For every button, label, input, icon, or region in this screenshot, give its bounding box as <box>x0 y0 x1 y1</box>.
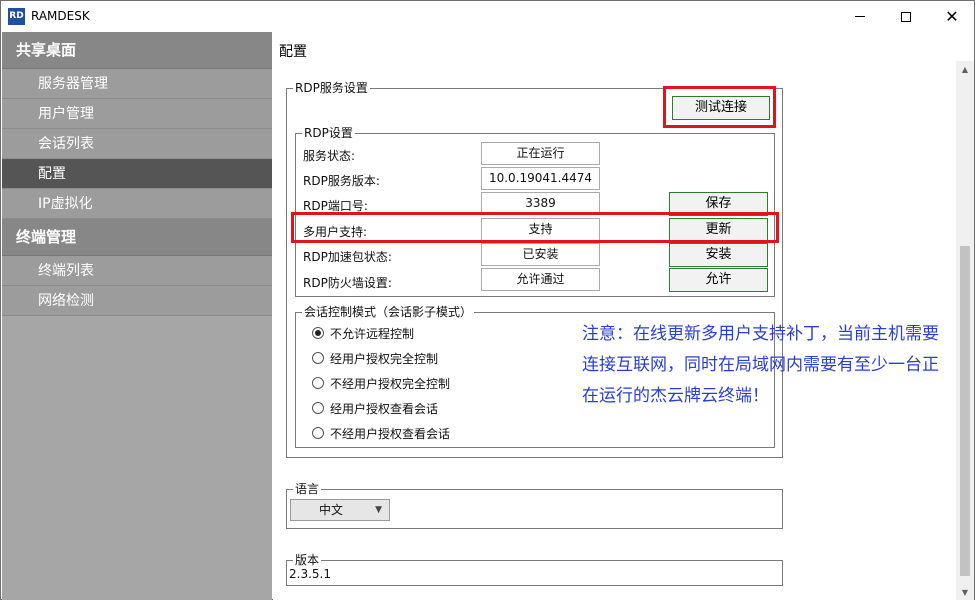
sidebar-item-user-management[interactable]: 用户管理 <box>2 99 272 129</box>
rdp-version-value: 10.0.19041.4474 <box>481 167 600 190</box>
sidebar-item-config[interactable]: 配置 <box>2 159 272 189</box>
sidebar-item-session-list[interactable]: 会话列表 <box>2 129 272 159</box>
sidebar-item-server-management[interactable]: 服务器管理 <box>2 69 272 99</box>
chevron-down-icon: ▼ <box>375 505 382 515</box>
radio-icon[interactable] <box>312 427 324 439</box>
sidebar-item-network-check[interactable]: 网络检测 <box>2 286 272 316</box>
scroll-up-icon[interactable]: ▲ <box>956 61 974 77</box>
sidebar-group-shared-desktop[interactable]: 共享桌面 <box>2 32 272 69</box>
page-title: 配置 <box>279 44 307 60</box>
rdp-port-input[interactable]: 3389 <box>481 192 600 215</box>
radio-label: 不经用户授权完全控制 <box>330 376 451 391</box>
radio-icon[interactable] <box>312 402 324 414</box>
language-selected-value: 中文 <box>319 503 344 517</box>
app-logo-icon: RD <box>8 8 25 25</box>
rdp-version-label: RDP服务版本: <box>303 174 380 188</box>
maximize-button[interactable] <box>883 1 929 32</box>
accel-pack-value: 已安装 <box>481 243 600 266</box>
radio-option-unauthorized-full-control[interactable]: 不经用户授权完全控制 <box>312 375 450 391</box>
allow-firewall-button[interactable]: 允许 <box>669 268 768 292</box>
radio-option-no-remote-control[interactable]: 不允许远程控制 <box>312 325 414 341</box>
sidebar-group-terminal-management[interactable]: 终端管理 <box>2 219 272 256</box>
update-note: 注意：在线更新多用户支持补丁，当前主机需要连接互联网，同时在局域网内需要有至少一… <box>582 324 939 406</box>
rdp-service-legend: RDP服务设置 <box>293 81 370 95</box>
window-title: RAMDESK <box>31 9 90 23</box>
multi-user-value: 支持 <box>481 218 600 241</box>
firewall-value: 允许通过 <box>481 268 600 291</box>
multi-user-label: 多用户支持: <box>303 225 368 239</box>
scrollbar-thumb[interactable] <box>960 246 970 576</box>
firewall-label: RDP防火墙设置: <box>303 276 392 290</box>
save-port-button[interactable]: 保存 <box>669 192 768 216</box>
radio-option-unauthorized-view[interactable]: 不经用户授权查看会话 <box>312 425 450 441</box>
radio-label: 不允许远程控制 <box>330 326 415 341</box>
radio-label: 经用户授权完全控制 <box>330 351 439 366</box>
maximize-icon <box>901 11 911 22</box>
language-legend: 语言 <box>293 482 322 496</box>
accel-pack-label: RDP加速包状态: <box>303 250 392 264</box>
service-status-label: 服务状态: <box>303 149 356 163</box>
minimize-button[interactable] <box>837 1 883 32</box>
radio-checked-icon[interactable] <box>312 327 324 339</box>
radio-label: 不经用户授权查看会话 <box>330 426 451 441</box>
radio-option-authorized-full-control[interactable]: 经用户授权完全控制 <box>312 350 438 366</box>
radio-icon[interactable] <box>312 352 324 364</box>
title-bar: RD RAMDESK ✕ <box>1 1 974 32</box>
session-control-legend: 会话控制模式（会话影子模式） <box>302 305 475 319</box>
close-icon: ✕ <box>945 6 959 26</box>
sidebar-item-terminal-list[interactable]: 终端列表 <box>2 256 272 286</box>
scroll-down-icon[interactable]: ▼ <box>956 584 974 600</box>
close-button[interactable]: ✕ <box>929 1 975 32</box>
language-select[interactable]: 中文 ▼ <box>290 499 390 521</box>
version-value: 2.3.5.1 <box>289 567 331 581</box>
test-connection-button[interactable]: 测试连接 <box>672 96 770 120</box>
app-window: RD RAMDESK ✕ 共享桌面 服务器管理 用户管理 会话列表 配置 IP虚… <box>0 0 975 600</box>
minimize-icon <box>855 16 865 17</box>
radio-label: 经用户授权查看会话 <box>330 401 439 416</box>
radio-option-authorized-view[interactable]: 经用户授权查看会话 <box>312 400 438 416</box>
vertical-scrollbar[interactable]: ▲ ▼ <box>956 61 974 600</box>
rdp-settings-legend: RDP设置 <box>302 126 355 140</box>
update-multi-user-button[interactable]: 更新 <box>669 218 768 242</box>
sidebar: 共享桌面 服务器管理 用户管理 会话列表 配置 IP虚拟化 终端管理 终端列表 … <box>2 32 272 600</box>
rdp-settings-groupbox: RDP设置 服务状态: 正在运行 RDP服务版本: 10.0.19041.447… <box>295 126 775 297</box>
install-accel-button[interactable]: 安装 <box>669 243 768 267</box>
sidebar-item-ip-virtualization[interactable]: IP虚拟化 <box>2 189 272 219</box>
service-status-value: 正在运行 <box>481 142 600 165</box>
rdp-port-label: RDP端口号: <box>303 199 368 213</box>
radio-icon[interactable] <box>312 377 324 389</box>
main-panel: 配置 RDP服务设置 测试连接 RDP设置 服务状态: 正在运行 RDP服务版本… <box>273 32 956 600</box>
